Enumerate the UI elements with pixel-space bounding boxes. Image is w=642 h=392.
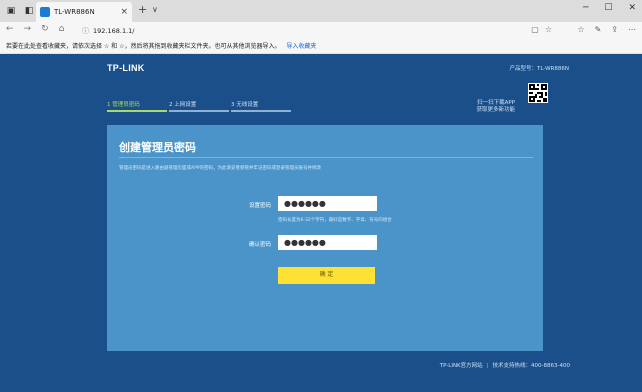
tab-title: TL-WR886N (54, 8, 95, 16)
new-tab-button[interactable]: + (138, 3, 147, 16)
import-favorites-link[interactable]: 导入收藏夹 (286, 43, 316, 50)
official-site-link[interactable]: TP-LINK官方网站 (440, 363, 483, 369)
tp-link-logo: TP-LINK (107, 63, 145, 73)
confirm-password-input[interactable]: ●●●●●● (278, 235, 377, 250)
back-icon[interactable]: ← (6, 24, 14, 34)
app-download-text: 扫一扫下载APP 获取更多新功能 (455, 100, 515, 114)
more-icon[interactable]: ⋯ (628, 25, 636, 34)
reading-view-icon[interactable]: ▢ (531, 25, 539, 34)
router-page: TP-LINK 产品型号：TL-WR886N 1 管理员密码 2 上网设置 3 … (0, 54, 642, 392)
browser-titlebar: ▣ ◧ TL-WR886N × + ∨ ─ ☐ ✕ (0, 0, 642, 22)
app-download-line1: 扫一扫下载APP (477, 100, 515, 106)
qr-code-icon (528, 83, 548, 103)
app-download-line2: 获取更多新功能 (476, 107, 515, 113)
browser-tab[interactable]: TL-WR886N × (36, 2, 132, 22)
password-label: 设置密码 (248, 203, 271, 209)
favorites-icon[interactable]: ☆ (577, 25, 584, 34)
panel-divider (119, 157, 533, 158)
step-admin-password: 1 管理员密码 (107, 102, 140, 108)
confirm-password-label: 确认密码 (248, 242, 271, 248)
forward-icon[interactable]: → (24, 24, 32, 34)
step-wireless-setup: 3 无线设置 (231, 102, 259, 108)
support-hotline: 技术支持热线：400-8863-400 (492, 363, 570, 369)
step-admin-password-bar (107, 110, 167, 112)
panel-description: 管理员密码是进入路由器管理页面或APP的密码，为此请妥善保管并牢记密码或登录管理… (119, 166, 322, 171)
favorites-bar: 若要在此处查看收藏夹，请依次选择 ☆ 和 ☆，然后将其拖到收藏夹栏文件夹。也可从… (0, 40, 642, 54)
tp-link-favicon-icon (40, 7, 50, 17)
refresh-icon[interactable]: ↻ (41, 24, 49, 34)
tab-list-icon[interactable]: ◧ (22, 4, 36, 18)
close-tab-icon[interactable]: × (120, 7, 128, 17)
home-icon[interactable]: ⌂ (59, 24, 65, 34)
setup-steps: 1 管理员密码 2 上网设置 3 无线设置 (107, 100, 307, 114)
password-input[interactable]: ●●●●●● (278, 196, 377, 211)
step-wireless-setup-bar (231, 110, 291, 112)
url-text[interactable]: 192.168.1.1/ (93, 27, 134, 35)
tab-dropdown-icon[interactable]: ∨ (152, 5, 158, 14)
confirm-button[interactable]: 确 定 (278, 267, 375, 284)
url-field[interactable]: ⓘ 192.168.1.1/ (82, 24, 552, 38)
pen-icon[interactable]: ✎ (595, 25, 602, 34)
create-password-panel: 创建管理员密码 管理员密码是进入路由器管理页面或APP的密码，为此请妥善保管并牢… (107, 125, 543, 351)
minimize-icon[interactable]: ─ (583, 3, 588, 13)
favorite-star-icon[interactable]: ☆ (545, 25, 552, 34)
share-icon[interactable]: ⇪ (611, 25, 618, 34)
footer-separator: | (486, 363, 489, 369)
footer: TP-LINK官方网站 | 技术支持热线：400-8863-400 (440, 361, 570, 369)
favorites-bar-hint: 若要在此处查看收藏夹，请依次选择 ☆ 和 ☆，然后将其拖到收藏夹栏文件夹。也可从… (6, 43, 281, 50)
product-model: 产品型号：TL-WR886N (509, 66, 569, 72)
address-bar: ← → ↻ ⌂ ⓘ 192.168.1.1/ ▢ ☆ ☆ ✎ ⇪ ⋯ (0, 22, 642, 40)
close-window-icon[interactable]: ✕ (628, 3, 636, 13)
tab-actions-icon[interactable]: ▣ (4, 4, 18, 18)
step-internet-setup-bar (169, 110, 229, 112)
step-internet-setup: 2 上网设置 (169, 102, 197, 108)
password-hint: 密码长度为6-32个字符，最好是数字、字母、符号的组合 (278, 218, 392, 223)
site-info-icon[interactable]: ⓘ (82, 26, 89, 36)
panel-title: 创建管理员密码 (119, 141, 196, 154)
maximize-icon[interactable]: ☐ (604, 3, 612, 13)
